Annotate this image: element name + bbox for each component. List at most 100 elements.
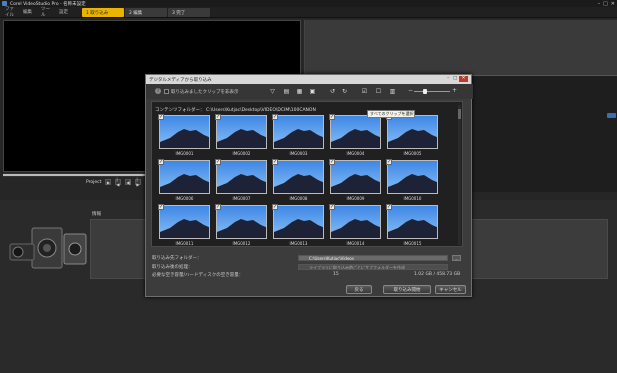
dialog-title: デジタルメディアから取り込み <box>149 77 212 83</box>
select-all-icon[interactable]: ☑ <box>360 87 369 96</box>
clip-thumbnail[interactable]: ✓ IMG0012 <box>215 204 268 246</box>
panel-toggle-button[interactable] <box>607 113 616 118</box>
clip-thumbnail[interactable]: ✓ IMG0001 <box>158 114 211 156</box>
clip-checkbox[interactable]: ✓ <box>215 159 221 165</box>
project-mode-label[interactable]: Project <box>86 180 101 185</box>
clip-preview-image[interactable] <box>216 160 267 194</box>
clip-thumbnail[interactable]: ✓ IMG0015 <box>386 204 439 246</box>
dialog-close-button[interactable]: ✕ <box>459 76 468 82</box>
menu-file[interactable]: ファイル <box>5 6 18 18</box>
thumbnail-size-icon[interactable]: ▥ <box>388 87 397 96</box>
destination-field[interactable]: C:\Users\Kutjac\Videos <box>298 255 448 261</box>
clip-checkbox[interactable]: ✓ <box>329 114 335 120</box>
clip-thumbnail[interactable]: ✓ IMG0002 <box>215 114 268 156</box>
clip-thumbnail[interactable]: ✓ IMG0011 <box>158 204 211 246</box>
clip-preview-image[interactable] <box>387 160 438 194</box>
selected-clip-count: 15 <box>333 272 339 277</box>
menu-tools[interactable]: ツール <box>41 6 54 18</box>
clip-thumbnail[interactable]: ✓ IMG0009 <box>329 159 382 201</box>
clip-checkbox[interactable]: ✓ <box>215 204 221 210</box>
clip-thumbnail[interactable]: ✓ IMG0006 <box>158 159 211 201</box>
clip-preview-image[interactable] <box>216 205 267 239</box>
clip-thumbnail[interactable]: ✓ IMG0004 <box>329 114 382 156</box>
clip-thumbnail[interactable]: ✓ IMG0013 <box>272 204 325 246</box>
view-mode-icon[interactable]: ▣ <box>308 87 317 96</box>
space-required-label: 必要な空き容量/ハードディスクの空き容量： <box>152 273 244 278</box>
clip-thumbnail[interactable]: ✓ IMG0003 <box>272 114 325 156</box>
clip-thumbnail[interactable]: ✓ IMG0010 <box>386 159 439 201</box>
step-capture-tab[interactable]: 1 取り込み <box>82 8 124 17</box>
clip-preview-image[interactable] <box>387 205 438 239</box>
clip-preview-image[interactable] <box>387 115 438 149</box>
deselect-all-icon[interactable]: ☐ <box>374 87 383 96</box>
clip-name: IMG0003 <box>289 151 308 156</box>
clip-name: IMG0012 <box>232 241 251 246</box>
clip-thumbnail[interactable]: ✓ IMG0014 <box>329 204 382 246</box>
dialog-maximize-button[interactable]: □ <box>453 76 458 82</box>
clip-preview-image[interactable] <box>273 160 324 194</box>
zoom-slider[interactable] <box>414 91 450 92</box>
dialog-toolbar: ? 取り込みましたクリップを非表示 ▽ ▤ ▦ ▣ ↺ ↻ ☑ ☐ ▥ − + <box>146 84 473 99</box>
clip-checkbox[interactable]: ✓ <box>158 159 164 165</box>
filter-icon[interactable]: ▽ <box>268 87 277 96</box>
clip-checkbox[interactable]: ✓ <box>158 114 164 120</box>
zoom-out-icon[interactable]: − <box>408 87 413 94</box>
clip-preview-image[interactable] <box>216 115 267 149</box>
dialog-minimize-button[interactable]: – <box>447 76 452 82</box>
help-icon[interactable]: ? <box>155 88 161 94</box>
rotate-right-icon[interactable]: ↻ <box>340 87 349 96</box>
sort-by-date-icon[interactable]: ▦ <box>295 87 304 96</box>
select-all-tooltip: すべてのクリップを選択 <box>367 110 415 118</box>
clip-checkbox[interactable]: ✓ <box>272 159 278 165</box>
sort-by-name-icon[interactable]: ▤ <box>282 87 291 96</box>
clip-checkbox[interactable]: ✓ <box>329 204 335 210</box>
menu-edit[interactable]: 編集 <box>23 9 36 15</box>
clip-thumbnail[interactable]: ✓ IMG0008 <box>272 159 325 201</box>
clip-preview-image[interactable] <box>273 115 324 149</box>
clip-browser-scrollbar[interactable] <box>458 105 461 245</box>
menu-settings[interactable]: 設定 <box>59 9 72 15</box>
clip-preview-image[interactable] <box>159 205 210 239</box>
next-frame-button[interactable]: |▶ <box>135 177 142 187</box>
clip-name: IMG0009 <box>346 196 365 201</box>
after-import-label: 取り込み後の処理： <box>152 265 193 270</box>
browse-button[interactable]: … <box>452 255 461 261</box>
home-button[interactable]: |◀ <box>115 177 122 187</box>
clip-name: IMG0013 <box>289 241 308 246</box>
clip-preview-image[interactable] <box>330 205 381 239</box>
clip-thumbnail[interactable]: ✓IMG0005 <box>386 114 439 156</box>
back-button[interactable]: 戻る <box>346 285 372 294</box>
dialog-title-bar[interactable]: デジタルメディアから取り込み <box>146 75 471 84</box>
clip-checkbox[interactable]: ✓ <box>272 114 278 120</box>
clip-name: IMG0010 <box>403 196 422 201</box>
clip-preview-image[interactable] <box>159 160 210 194</box>
after-import-field[interactable]: ライブラリに取り込み時ごとにサブフォルダーを作成 <box>298 264 448 270</box>
zoom-in-icon[interactable]: + <box>452 87 457 94</box>
zoom-slider-handle[interactable] <box>423 89 427 94</box>
clip-checkbox[interactable]: ✓ <box>386 159 392 165</box>
clip-name: IMG0001 <box>175 151 194 156</box>
clip-preview-image[interactable] <box>330 115 381 149</box>
rotate-left-icon[interactable]: ↺ <box>328 87 337 96</box>
step-share-tab[interactable]: 3 完了 <box>168 8 210 17</box>
clip-checkbox[interactable]: ✓ <box>386 204 392 210</box>
clip-checkbox[interactable]: ✓ <box>215 114 221 120</box>
start-import-button[interactable]: 取り込み開始 <box>383 285 431 294</box>
play-button[interactable]: ▶ <box>105 179 112 185</box>
clip-checkbox[interactable]: ✓ <box>329 159 335 165</box>
prev-frame-button[interactable]: ◀| <box>125 179 132 185</box>
destination-label: 取り込み先フォルダー： <box>152 256 202 261</box>
clip-preview-image[interactable] <box>159 115 210 149</box>
clip-preview-image[interactable] <box>273 205 324 239</box>
clip-checkbox[interactable]: ✓ <box>158 204 164 210</box>
scrollbar-thumb[interactable] <box>458 109 461 119</box>
cancel-button[interactable]: キャンセル <box>435 285 466 294</box>
clip-name: IMG0015 <box>403 241 422 246</box>
clip-name: IMG0002 <box>232 151 251 156</box>
clip-thumbnail[interactable]: ✓ IMG0007 <box>215 159 268 201</box>
hide-imported-checkbox[interactable] <box>164 89 169 94</box>
step-edit-tab[interactable]: 2 編集 <box>125 8 167 17</box>
clip-preview-image[interactable] <box>330 160 381 194</box>
clip-checkbox[interactable]: ✓ <box>272 204 278 210</box>
clip-name: IMG0011 <box>175 241 194 246</box>
